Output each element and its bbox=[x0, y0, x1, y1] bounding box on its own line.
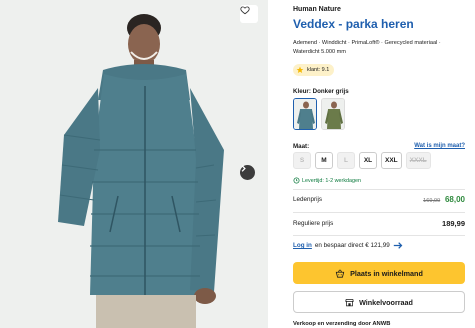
size-label: Maat: bbox=[293, 143, 310, 150]
login-savings-text: en bespaar direct € 121,99 bbox=[314, 242, 390, 249]
regular-price-row: Reguliere prijs 189,99 bbox=[293, 219, 465, 228]
member-price: 68,00 bbox=[444, 195, 465, 204]
size-guide-link[interactable]: Wat is mijn maat? bbox=[414, 143, 465, 149]
store-stock-button[interactable]: Winkelvoorraad bbox=[293, 291, 465, 313]
size-option-m[interactable]: M bbox=[315, 152, 333, 169]
divider bbox=[293, 235, 465, 236]
size-option-xxl[interactable]: XXL bbox=[381, 152, 402, 169]
store-stock-label: Winkelvoorraad bbox=[359, 297, 413, 307]
star-icon bbox=[296, 66, 304, 73]
size-option-l[interactable]: L bbox=[337, 152, 355, 169]
member-price-row: Ledenprijs 169,99 68,00 bbox=[293, 195, 465, 204]
product-title: Veddex - parka heren bbox=[293, 17, 414, 31]
size-option-xl[interactable]: XL bbox=[359, 152, 377, 169]
color-label: Kleur: Donker grijs bbox=[293, 88, 349, 95]
shipping-info: Verkoop en verzending door ANWB bbox=[293, 321, 391, 327]
old-price: 169,99 bbox=[423, 198, 441, 204]
color-swatch-dark-grey[interactable] bbox=[293, 98, 317, 130]
product-image bbox=[0, 0, 268, 328]
heart-icon bbox=[240, 6, 250, 15]
product-photo bbox=[0, 0, 268, 328]
product-specs: Ademend · Winddicht · PrimaLoft® · Gerec… bbox=[293, 40, 441, 55]
member-price-values: 169,99 68,00 bbox=[423, 195, 465, 204]
clock-icon bbox=[293, 177, 300, 184]
size-option-s[interactable]: S bbox=[293, 152, 311, 169]
store-icon bbox=[345, 298, 354, 306]
color-swatch-green[interactable] bbox=[321, 98, 345, 130]
arrow-right-icon[interactable] bbox=[393, 242, 403, 249]
delivery-text: Levertijd: 1-2 werkdagen bbox=[302, 177, 362, 184]
delivery-time: Levertijd: 1-2 werkdagen bbox=[293, 177, 361, 184]
rating-label: klant: 9.1 bbox=[307, 67, 330, 73]
divider bbox=[293, 212, 465, 213]
login-link[interactable]: Log in bbox=[293, 242, 312, 249]
add-to-cart-label: Plaats in winkelmand bbox=[350, 268, 423, 278]
swatch-image-green bbox=[322, 99, 344, 129]
swatch-image-dark-grey bbox=[294, 99, 316, 129]
size-selector: S M L XL XXL XXXL bbox=[293, 152, 431, 169]
divider bbox=[293, 189, 465, 190]
regular-price: 189,99 bbox=[442, 219, 465, 228]
member-price-label: Ledenprijs bbox=[293, 196, 323, 203]
favorite-button[interactable] bbox=[240, 5, 258, 23]
shopping-basket-icon bbox=[335, 269, 345, 278]
chevron-right-icon bbox=[241, 165, 246, 172]
rating-badge[interactable]: klant: 9.1 bbox=[293, 64, 335, 76]
add-to-cart-button[interactable]: Plaats in winkelmand bbox=[293, 262, 465, 284]
size-option-xxxl[interactable]: XXXL bbox=[405, 152, 431, 169]
brand-name[interactable]: Human Nature bbox=[293, 6, 341, 13]
login-prompt: Log in en bespaar direct € 121,99 bbox=[293, 242, 403, 249]
regular-price-label: Reguliere prijs bbox=[293, 220, 334, 227]
next-image-button[interactable] bbox=[240, 165, 255, 180]
